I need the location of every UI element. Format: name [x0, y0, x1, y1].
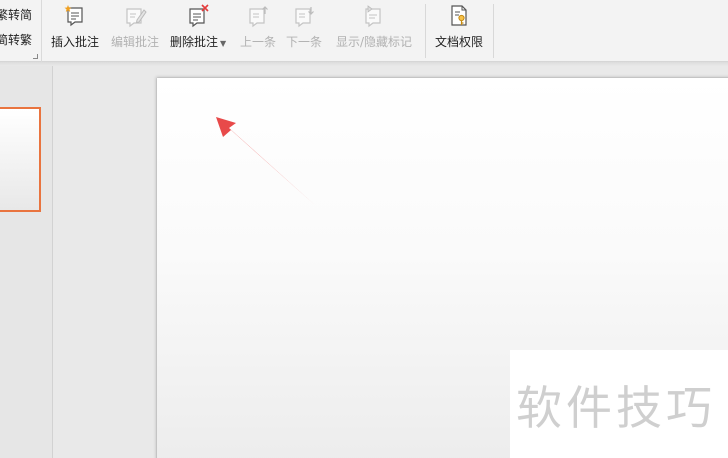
- next-comment-icon: [295, 7, 314, 28]
- ribbon-separator: [425, 4, 426, 58]
- document-permissions-button[interactable]: 文档权限: [435, 0, 483, 62]
- watermark-text: 软件技巧: [516, 381, 716, 435]
- page-thumbnail-selected[interactable]: [0, 107, 41, 212]
- delete-comment-label: 删除批注 ▼: [170, 33, 226, 50]
- edit-comment-button[interactable]: 编辑批注: [111, 0, 159, 62]
- group-launcher-icon[interactable]: [33, 54, 38, 59]
- ribbon-separator-end: [493, 4, 494, 58]
- page-thumbnail-pane: [0, 66, 53, 458]
- insert-comment-label: 插入批注: [51, 35, 100, 49]
- next-comment-button[interactable]: 下一条: [286, 0, 322, 62]
- previous-comment-button[interactable]: 上一条: [240, 0, 276, 62]
- show-hide-markup-button[interactable]: 显示/隐藏标记: [336, 0, 412, 62]
- edit-comment-label: 编辑批注: [111, 35, 160, 49]
- insert-comment-icon: [64, 5, 83, 27]
- show-hide-markup-label: 显示/隐藏标记: [336, 35, 413, 49]
- delete-comment-button[interactable]: 删除批注 ▼: [170, 0, 226, 62]
- delete-comment-icon: [189, 4, 209, 28]
- review-ribbon: 繁转简 简转繁 插入批注 编辑批注 删除批注 ▼ 上一条 下一条 显示/隐藏标记…: [0, 0, 728, 62]
- ribbon-shadow: [0, 62, 728, 66]
- edit-comment-icon: [126, 8, 147, 28]
- chinese-conversion-group: 繁转简 简转繁: [0, 0, 42, 62]
- previous-comment-label: 上一条: [240, 35, 277, 49]
- dropdown-caret-icon[interactable]: ▼: [220, 39, 226, 48]
- delete-comment-text: 删除批注: [170, 35, 219, 49]
- previous-comment-icon: [249, 6, 268, 28]
- traditional-to-simplified-button[interactable]: 繁转简: [0, 6, 32, 23]
- simplified-to-traditional-button[interactable]: 简转繁: [0, 31, 32, 48]
- watermark-box: 软件技巧: [510, 350, 728, 458]
- next-comment-label: 下一条: [286, 35, 323, 49]
- show-hide-markup-icon: [365, 5, 381, 28]
- document-permissions-label: 文档权限: [435, 35, 484, 49]
- insert-comment-button[interactable]: 插入批注: [51, 0, 99, 62]
- document-key-icon: [451, 5, 467, 26]
